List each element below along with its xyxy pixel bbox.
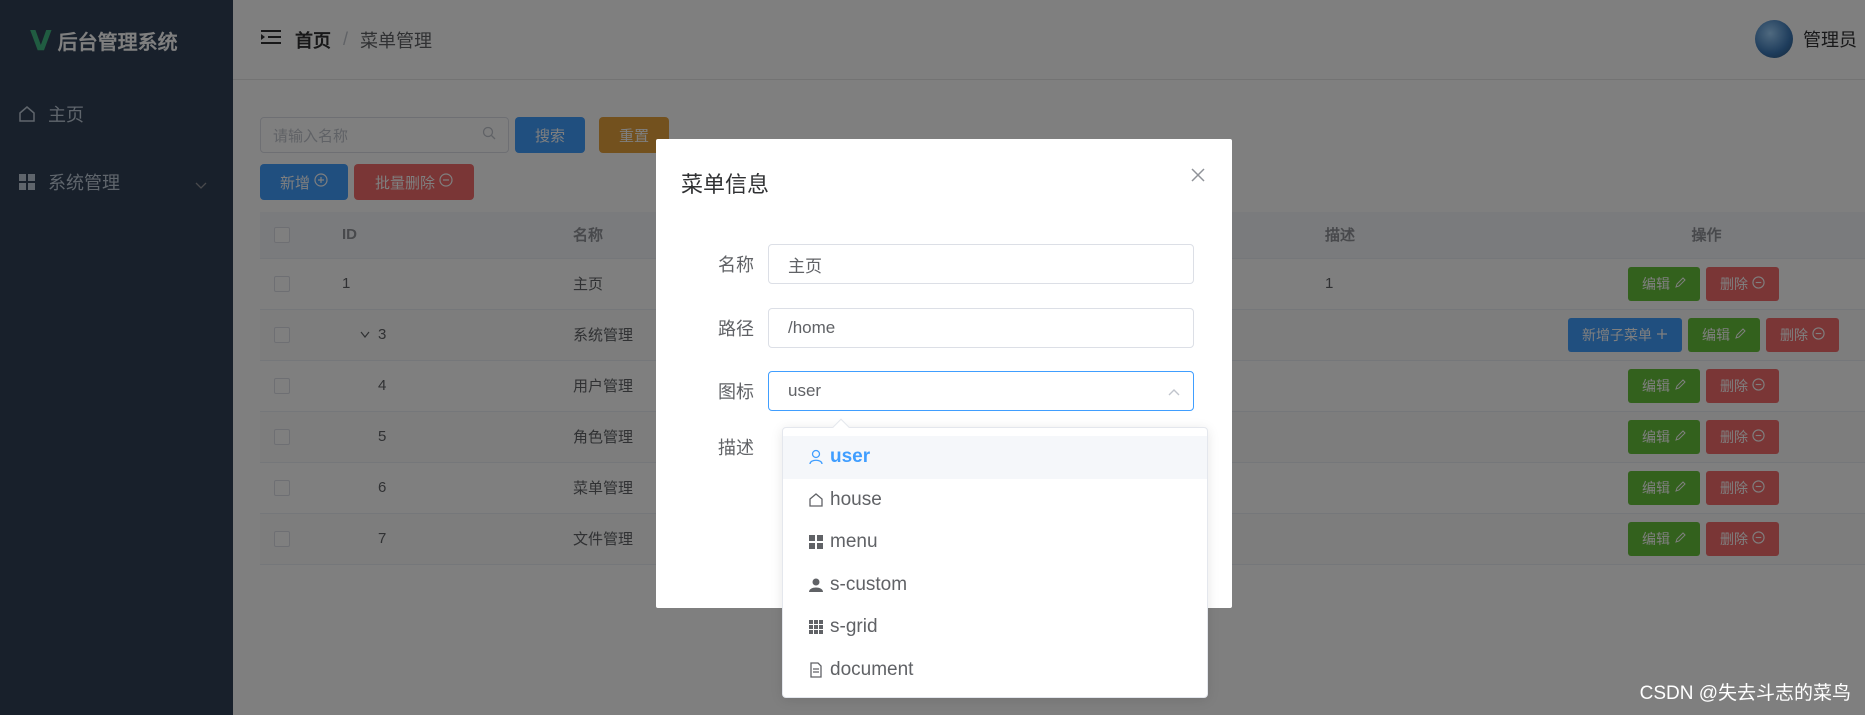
form-row-path: 路径 /home bbox=[656, 308, 1232, 348]
option-label: document bbox=[830, 658, 914, 680]
watermark: CSDN @失去斗志的菜鸟 bbox=[1639, 683, 1851, 704]
option-label: menu bbox=[830, 531, 878, 553]
close-icon[interactable] bbox=[1188, 165, 1208, 185]
form-row-icon: 图标 user bbox=[656, 371, 1232, 411]
dropdown-option-user[interactable]: user bbox=[783, 436, 1207, 479]
path-value: /home bbox=[788, 318, 836, 337]
option-label: user bbox=[830, 446, 871, 468]
chevron-up-icon bbox=[1167, 384, 1181, 404]
name-value: 主页 bbox=[788, 256, 822, 276]
dropdown-option-s-custom[interactable]: s-custom bbox=[783, 564, 1207, 607]
dropdown-option-s-grid[interactable]: s-grid bbox=[783, 606, 1207, 649]
option-label: s-grid bbox=[830, 616, 878, 638]
path-field[interactable]: /home bbox=[768, 308, 1194, 348]
icon-dropdown: user house menu s-custom s-grid document bbox=[782, 418, 1208, 698]
path-label: 路径 bbox=[718, 319, 754, 339]
person-solid-icon bbox=[808, 577, 824, 593]
icon-label: 图标 bbox=[718, 382, 754, 402]
icon-select-value: user bbox=[788, 381, 822, 400]
user-icon bbox=[808, 449, 824, 465]
dialog-title: 菜单信息 bbox=[681, 172, 770, 197]
desc-label: 描述 bbox=[718, 438, 754, 458]
grid-icon bbox=[808, 619, 824, 635]
option-label: house bbox=[830, 488, 882, 510]
form-row-name: 名称 主页 bbox=[656, 244, 1232, 284]
option-label: s-custom bbox=[830, 573, 908, 595]
dropdown-option-house[interactable]: house bbox=[783, 479, 1207, 522]
icon-select[interactable]: user bbox=[768, 371, 1194, 411]
menu-grid-icon bbox=[808, 534, 824, 550]
document-icon bbox=[808, 662, 824, 678]
dropdown-option-menu[interactable]: menu bbox=[783, 521, 1207, 564]
dropdown-option-document[interactable]: document bbox=[783, 649, 1207, 692]
name-field[interactable]: 主页 bbox=[768, 244, 1194, 284]
house-icon bbox=[808, 492, 824, 508]
name-label: 名称 bbox=[718, 255, 754, 275]
